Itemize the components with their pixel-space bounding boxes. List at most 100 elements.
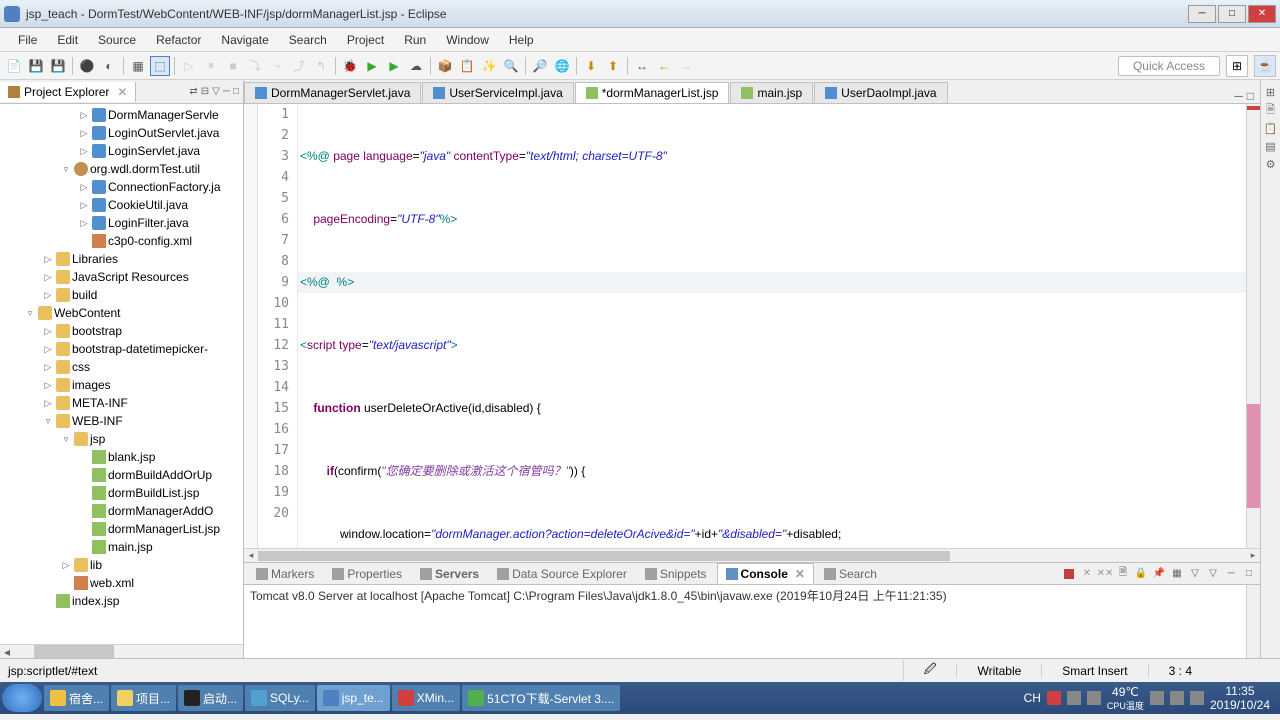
next-icon[interactable]: ⬇ xyxy=(581,56,601,76)
menu-help[interactable]: Help xyxy=(499,33,544,47)
tab-dormmanagerservlet[interactable]: DormManagerServlet.java xyxy=(244,82,421,103)
tree-item[interactable]: ▷css xyxy=(0,358,243,376)
cursor-icon[interactable]: ⬚ xyxy=(150,56,170,76)
save-icon[interactable]: 💾 xyxy=(26,56,46,76)
tree-item[interactable]: ▷lib xyxy=(0,556,243,574)
tray-vol-icon[interactable] xyxy=(1150,691,1164,705)
menu-search[interactable]: Search xyxy=(279,33,337,47)
menu-refactor[interactable]: Refactor xyxy=(146,33,211,47)
tree-item[interactable]: ▷LoginServlet.java xyxy=(0,142,243,160)
prev-icon[interactable]: ⬆ xyxy=(603,56,623,76)
console-output[interactable]: Tomcat v8.0 Server at localhost [Apache … xyxy=(244,585,1246,606)
new-console-icon[interactable]: ▽ xyxy=(1206,567,1220,581)
outline-icon[interactable]: ⊞ xyxy=(1263,84,1279,100)
code-area[interactable]: <%@ page language="java" contentType="te… xyxy=(298,104,1246,548)
tab-main[interactable]: main.jsp xyxy=(730,82,813,103)
tree-item[interactable]: ▷ConnectionFactory.ja xyxy=(0,178,243,196)
persp-open-icon[interactable]: ⊞ xyxy=(1226,55,1248,77)
runext-icon[interactable]: ▶ xyxy=(384,56,404,76)
tree-item[interactable]: ▿org.wdl.dormTest.util xyxy=(0,160,243,178)
tray-time[interactable]: 11:35 xyxy=(1210,684,1270,698)
overview-ruler[interactable] xyxy=(1246,104,1260,548)
task-eclipse[interactable]: jsp_te... xyxy=(317,685,390,711)
newproj-icon[interactable]: 📦 xyxy=(435,56,455,76)
web-icon[interactable]: 🌐 xyxy=(552,56,572,76)
menu-navigate[interactable]: Navigate xyxy=(211,33,278,47)
tree-item[interactable]: ▷build xyxy=(0,286,243,304)
tray-date[interactable]: 2019/10/24 xyxy=(1210,698,1270,712)
console-vscroll[interactable] xyxy=(1246,585,1260,658)
terminate-icon[interactable] xyxy=(1062,567,1076,581)
tab-console[interactable]: Console✕ xyxy=(717,563,814,584)
menu-source[interactable]: Source xyxy=(88,33,146,47)
minimize-button[interactable]: ─ xyxy=(1188,5,1216,23)
tree-item[interactable]: ▷LoginOutServlet.java xyxy=(0,124,243,142)
tree-item[interactable]: c3p0-config.xml xyxy=(0,232,243,250)
menu-file[interactable]: File xyxy=(8,33,47,47)
task-xmind[interactable]: XMin... xyxy=(392,685,460,711)
back-icon[interactable]: ← xyxy=(654,56,674,76)
start-button[interactable] xyxy=(2,684,42,712)
newwiz-icon[interactable]: ✨ xyxy=(479,56,499,76)
menu-window[interactable]: Window xyxy=(436,33,499,47)
box-icon[interactable]: ▦ xyxy=(128,56,148,76)
tab-search[interactable]: Search xyxy=(816,564,885,584)
toggle-icon[interactable]: ◐ xyxy=(99,56,119,76)
remove-icon[interactable]: ✕ xyxy=(1080,567,1094,581)
more-icon[interactable]: ⚙ xyxy=(1263,156,1279,172)
task-explorer[interactable]: 项目... xyxy=(111,685,176,711)
menu-project[interactable]: Project xyxy=(337,33,394,47)
new-icon[interactable]: 📄 xyxy=(4,56,24,76)
tree-item[interactable]: dormManagerList.jsp xyxy=(0,520,243,538)
open-console-icon[interactable]: ▽ xyxy=(1188,567,1202,581)
tray-flag-icon[interactable] xyxy=(1190,691,1204,705)
task-chrome[interactable]: 宿舍... xyxy=(44,685,109,711)
tree-item[interactable]: ▷META-INF xyxy=(0,394,243,412)
tab-dse[interactable]: Data Source Explorer xyxy=(489,564,635,584)
tray-icon3[interactable] xyxy=(1087,691,1101,705)
task-download[interactable]: 51CTO下载-Servlet 3.... xyxy=(462,685,620,711)
persp-javaee-icon[interactable]: ☕ xyxy=(1254,55,1276,77)
tree-item[interactable]: ▷JavaScript Resources xyxy=(0,268,243,286)
bp-max-icon[interactable]: □ xyxy=(1242,567,1256,581)
editor-hscroll[interactable]: ◂▸ xyxy=(244,548,1260,562)
debug-icon[interactable]: 🐞 xyxy=(340,56,360,76)
tab-servers[interactable]: Servers xyxy=(412,564,487,584)
pause-icon[interactable]: ⏸ xyxy=(201,56,221,76)
run-icon[interactable]: ▶ xyxy=(362,56,382,76)
resume-icon[interactable]: ▷ xyxy=(179,56,199,76)
stop-icon[interactable]: ■ xyxy=(223,56,243,76)
tab-userdaoimpl[interactable]: UserDaoImpl.java xyxy=(814,82,947,103)
stepover-icon[interactable]: ⤴ xyxy=(289,56,309,76)
tree-item[interactable]: ▷bootstrap xyxy=(0,322,243,340)
link-editor-icon[interactable]: ⊟ xyxy=(201,86,209,97)
display-icon[interactable]: ▦ xyxy=(1170,567,1184,581)
fwd-icon[interactable]: → xyxy=(676,56,696,76)
tab-userserviceimpl[interactable]: UserServiceImpl.java xyxy=(422,82,573,103)
last-icon[interactable]: ↔ xyxy=(632,56,652,76)
menu-edit[interactable]: Edit xyxy=(47,33,88,47)
tree-item[interactable]: ▷DormManagerServle xyxy=(0,106,243,124)
tree-scrollbar[interactable]: ◂ xyxy=(0,644,243,658)
project-explorer-tab[interactable]: Project Explorer✕ xyxy=(0,82,136,102)
tree-item[interactable]: dormManagerAddO xyxy=(0,502,243,520)
tray-icon2[interactable] xyxy=(1067,691,1081,705)
server-icon[interactable]: ☁ xyxy=(406,56,426,76)
task-icon[interactable]: 📋 xyxy=(1263,120,1279,136)
editor-min-icon[interactable]: ─ xyxy=(1234,89,1243,103)
prop-icon[interactable]: ▤ xyxy=(1263,138,1279,154)
opentype-icon[interactable]: 🔍 xyxy=(501,56,521,76)
be-icon[interactable]: 🗎 xyxy=(1263,102,1279,118)
tree-item[interactable]: dormBuildAddOrUp xyxy=(0,466,243,484)
tree-item[interactable]: main.jsp xyxy=(0,538,243,556)
min-icon[interactable]: ─ xyxy=(223,86,230,97)
search-icon[interactable]: 🔎 xyxy=(530,56,550,76)
maximize-button[interactable]: □ xyxy=(1218,5,1246,23)
stepout-icon[interactable]: ↰ xyxy=(311,56,331,76)
collapse-icon[interactable]: ⇄ xyxy=(189,86,197,97)
tree-item[interactable]: ▷images xyxy=(0,376,243,394)
pin-icon[interactable]: 📌 xyxy=(1152,567,1166,581)
editor[interactable]: 1234567891011121314151617181920 <%@ page… xyxy=(244,104,1260,548)
menu-run[interactable]: Run xyxy=(394,33,436,47)
saveall-icon[interactable]: 💾 xyxy=(48,56,68,76)
